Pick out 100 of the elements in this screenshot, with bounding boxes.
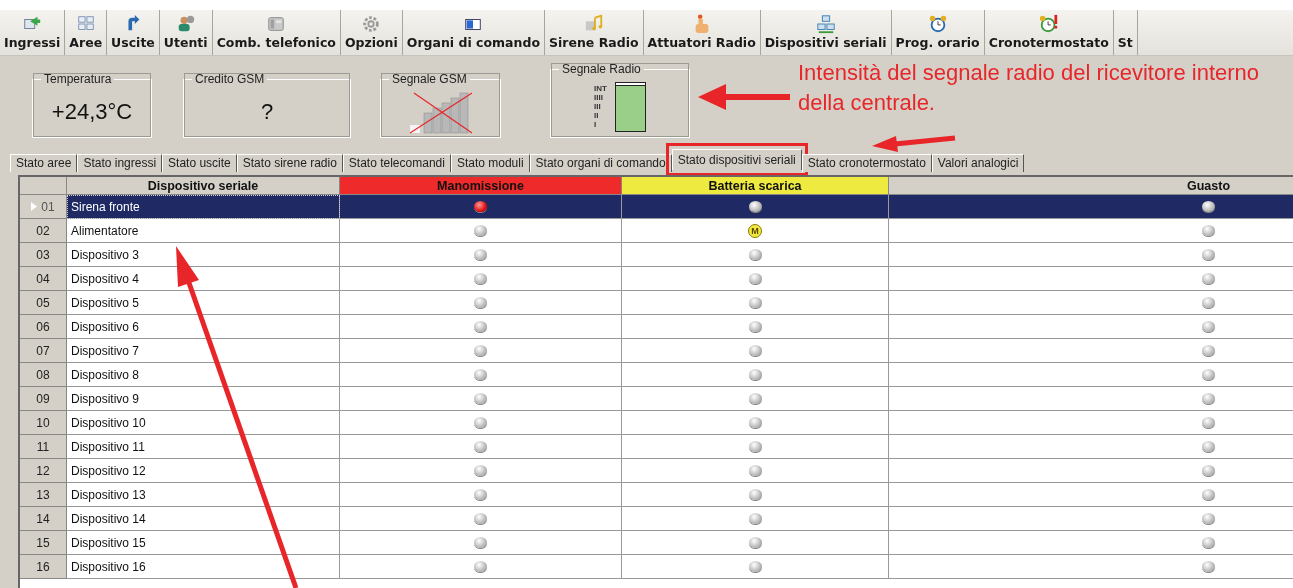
network-icon (814, 14, 837, 34)
table-cell: Dispositivo 4 (67, 267, 340, 291)
idle-dot-icon (748, 489, 762, 500)
idle-dot-icon (748, 465, 762, 476)
idle-dot-icon (1202, 393, 1215, 404)
column-header[interactable]: Batteria scarica (622, 177, 889, 195)
group-title: Segnale GSM (391, 72, 468, 86)
toolbar-button[interactable]: Organi di comando (402, 10, 545, 55)
toolbar-button[interactable]: St (1113, 10, 1138, 55)
status-value: +24,3°C (51, 98, 133, 125)
table-cell: Dispositivo 12 (67, 459, 340, 483)
idle-dot-icon (748, 273, 762, 284)
idle-dot-icon (1202, 321, 1215, 332)
alarm-icon (1037, 14, 1060, 34)
table-cell: Dispositivo 14 (67, 507, 340, 531)
idle-dot-icon (1202, 537, 1215, 548)
row-header: 13 (20, 483, 67, 507)
table-cell: Sirena fronte (67, 195, 340, 219)
idle-dot-icon (748, 561, 762, 572)
idle-dot-icon (748, 201, 762, 212)
table-cell: Dispositivo 5 (67, 291, 340, 315)
table-cell: Dispositivo 3 (67, 243, 340, 267)
toolbar-button[interactable]: Attuatori Radio (643, 10, 761, 55)
tab[interactable]: Stato cronotermostato (801, 154, 932, 172)
idle-dot-icon (1202, 417, 1215, 428)
toolbar-button[interactable]: Prog. orario (891, 10, 985, 55)
table-cell: Dispositivo 6 (67, 315, 340, 339)
table-cell: Alimentatore (67, 219, 340, 243)
table-cell: Dispositivo 11 (67, 435, 340, 459)
idle-dot-icon (474, 393, 487, 404)
column-header[interactable]: Manomissione (340, 177, 622, 195)
idle-dot-icon (748, 393, 762, 404)
idle-dot-icon (1202, 345, 1215, 356)
tab[interactable]: Stato uscite (162, 154, 237, 172)
tab[interactable]: Stato organi di comando (529, 154, 672, 172)
group-title: Segnale Radio (561, 62, 642, 76)
idle-dot-icon (1202, 201, 1215, 212)
column-header[interactable]: Guasto (889, 177, 1293, 195)
idle-dot-icon (474, 273, 487, 284)
row-header: 07 (20, 339, 67, 363)
idle-dot-icon (474, 321, 487, 332)
table-cell: Dispositivo 10 (67, 411, 340, 435)
toolbar-button[interactable]: Cronotermostato (984, 10, 1114, 55)
row-header: 14 (20, 507, 67, 531)
row-pointer-icon (31, 202, 38, 211)
scale-label: III (594, 101, 602, 111)
idle-dot-icon (1202, 561, 1215, 572)
idle-dot-icon (748, 345, 762, 356)
row-header: 12 (20, 459, 67, 483)
idle-dot-icon (474, 537, 487, 548)
idle-dot-icon (1202, 465, 1215, 476)
row-header: 06 (20, 315, 67, 339)
table-cell: Dispositivo 8 (67, 363, 340, 387)
annotation-text: Intensità del segnale radio del ricevitore interno della centrale. (798, 59, 1261, 117)
corner-header (20, 177, 67, 195)
row-header: 09 (20, 387, 67, 411)
row-header: 04 (20, 267, 67, 291)
toolbar-button[interactable]: Uscite (107, 10, 160, 55)
idle-dot-icon (474, 297, 487, 308)
status-value: ? (260, 98, 274, 125)
idle-dot-icon (1202, 489, 1215, 500)
row-header: 02 (20, 219, 67, 243)
tab[interactable]: Stato telecomandi (342, 154, 451, 172)
idle-dot-icon (1202, 297, 1215, 308)
toolbar-button[interactable]: Ingressi (0, 10, 66, 55)
idle-dot-icon (1202, 225, 1215, 236)
idle-dot-icon (474, 513, 487, 524)
tab[interactable]: Stato ingressi (77, 154, 163, 172)
table-cell: Dispositivo 15 (67, 531, 340, 555)
toolbar-button[interactable]: Sirene Radio (545, 10, 644, 55)
column-header[interactable]: Dispositivo seriale (67, 177, 340, 195)
idle-dot-icon (1202, 273, 1215, 284)
scale-label: IIII (594, 92, 604, 102)
scale-label: II (594, 110, 600, 120)
idle-dot-icon (1202, 249, 1215, 260)
table-cell: Dispositivo 9 (67, 387, 340, 411)
row-header: 16 (20, 555, 67, 579)
tab[interactable]: Stato sirene radio (236, 154, 343, 172)
idle-dot-icon (748, 297, 762, 308)
group-title: Credito GSM (194, 72, 266, 86)
tab[interactable]: Stato aree (10, 154, 78, 172)
idle-dot-icon (1202, 441, 1215, 452)
idle-dot-icon (748, 321, 762, 332)
table-cell: Dispositivo 7 (67, 339, 340, 363)
tab[interactable]: Valori analogici (931, 154, 1025, 172)
row-header: 05 (20, 291, 67, 315)
row-header: 03 (20, 243, 67, 267)
idle-dot-icon (1202, 513, 1215, 524)
toolbar-button[interactable]: Aree (65, 10, 108, 55)
toolbar-button[interactable]: Utenti (159, 10, 213, 55)
idle-dot-icon (474, 249, 487, 260)
idle-dot-icon (748, 369, 762, 380)
toolbar-button[interactable]: Comb. telefonico (212, 10, 341, 55)
toolbar-button[interactable]: Opzioni (340, 10, 403, 55)
idle-dot-icon (748, 417, 762, 428)
toolbar-button[interactable]: Dispositivi seriali (760, 10, 892, 55)
tab[interactable]: Stato moduli (450, 154, 530, 172)
table-cell: Dispositivo 16 (67, 555, 340, 579)
idle-dot-icon (474, 441, 487, 452)
idle-dot-icon (474, 369, 487, 380)
